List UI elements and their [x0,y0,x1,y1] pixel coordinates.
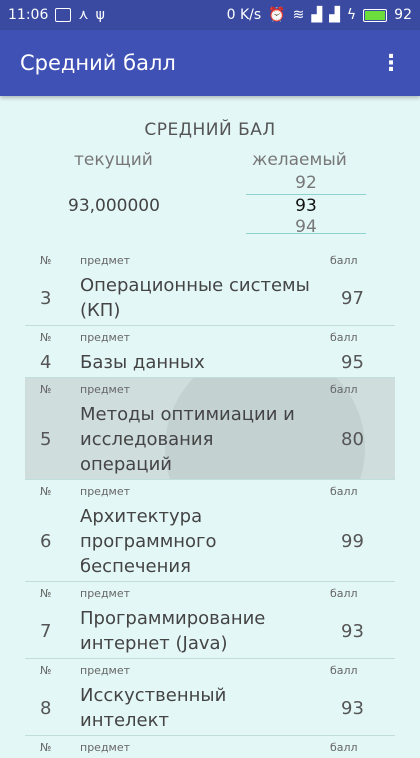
battery-level: 92 [394,7,412,23]
subject-name: Исскуственный интелект [80,685,227,731]
subject-row[interactable]: № предмет балл 5 Методы оптимиации и исс… [25,378,395,480]
header-subject: предмет [80,485,131,498]
charging-icon: ϟ [346,7,357,23]
subject-num: 8 [40,697,52,719]
row-header: № предмет балл [25,582,395,604]
row-header: № предмет балл [25,659,395,681]
app-title: Средний балл [20,51,176,75]
subject-score: 99 [341,531,364,552]
picker-selected-option[interactable]: 93 [246,196,366,216]
picker-divider-top [246,194,366,195]
subject-row[interactable]: № предмет балл 7 Программирование интерн… [25,582,395,659]
status-time: 11:06 [8,7,49,23]
subject-num: 6 [40,531,52,552]
subject-name: Методы оптимиации и исследования операци… [80,404,295,475]
subject-row[interactable]: № предмет балл 6 Архитектура программног… [25,480,395,582]
header-score: балл [330,331,358,344]
header-score: балл [330,664,358,677]
header-score: балл [330,383,358,396]
header-subject: предмет [80,331,131,344]
subject-num: 5 [40,429,52,450]
app-bar: Средний балл ⋮ [0,30,420,96]
header-score: балл [330,741,358,754]
header-subject: предмет [80,587,131,600]
picker-next-option[interactable]: 94 [246,217,366,235]
signal-icon: ▟ [311,7,323,23]
subject-score: 97 [341,287,364,309]
current-label: текущий [74,150,153,170]
row-header: № предмет балл [25,378,395,400]
header-subject: предмет [80,741,131,754]
subject-row[interactable]: № предмет балл 8 Исскуственный интелект … [25,659,395,736]
subject-num: 4 [40,352,52,373]
current-average-value: 93,000000 [68,196,160,216]
subject-name: Программирование интернет (Java) [80,608,266,654]
more-vert-icon[interactable]: ⋮ [380,51,402,76]
share-icon: ⋏ [78,7,89,23]
subject-score: 93 [341,697,364,719]
subject-score: 95 [341,352,364,373]
row-header: № предмет балл [25,736,395,758]
battery-icon [363,8,388,22]
header-num: № [40,254,52,267]
subject-row[interactable]: № предмет балл 3 Операционные системы (К… [25,249,395,326]
subject-score: 80 [341,429,364,450]
data-speed: 0 K/s [226,7,262,23]
desired-label: желаемый [252,150,347,170]
signal-icon-2: ▟ [329,7,340,23]
header-score: балл [330,485,358,498]
header-num: № [40,664,52,677]
subject-row-partial[interactable]: № предмет балл [25,736,395,758]
subject-score: 93 [341,620,364,642]
picker-prev-option[interactable]: 92 [246,173,366,193]
header-num: № [40,383,52,396]
subject-name: Операционные системы (КП) [80,275,310,321]
summary-title: СРЕДНИЙ БАЛ [144,120,276,140]
row-header: № предмет балл [25,480,395,502]
subject-num: 3 [40,287,52,309]
row-header: № предмет балл [25,326,395,348]
row-header: № предмет балл [25,249,395,271]
notification-icon [55,8,72,22]
subject-num: 7 [40,620,52,642]
subject-row[interactable]: № предмет балл 4 Базы данных 95 [25,326,395,378]
header-num: № [40,741,52,754]
header-subject: предмет [80,664,131,677]
wifi-icon: ≋ [292,7,305,23]
usb-icon: ψ [95,7,105,23]
header-score: балл [330,254,358,267]
header-num: № [40,485,52,498]
desired-score-picker[interactable]: 92 93 94 [246,173,366,235]
header-subject: предмет [80,254,131,267]
header-num: № [40,331,52,344]
subject-name: Базы данных [80,352,205,373]
subject-list[interactable]: № предмет балл 3 Операционные системы (К… [25,249,395,758]
status-bar: 11:06 ⋏ ψ 0 K/s ⏰ ≋ ▟ ▟ ϟ 92 [0,0,420,30]
subject-name: Архитектура программного беспечения [80,506,217,577]
header-subject: предмет [80,383,131,396]
header-score: балл [330,587,358,600]
header-num: № [40,587,52,600]
alarm-icon: ⏰ [268,7,286,23]
